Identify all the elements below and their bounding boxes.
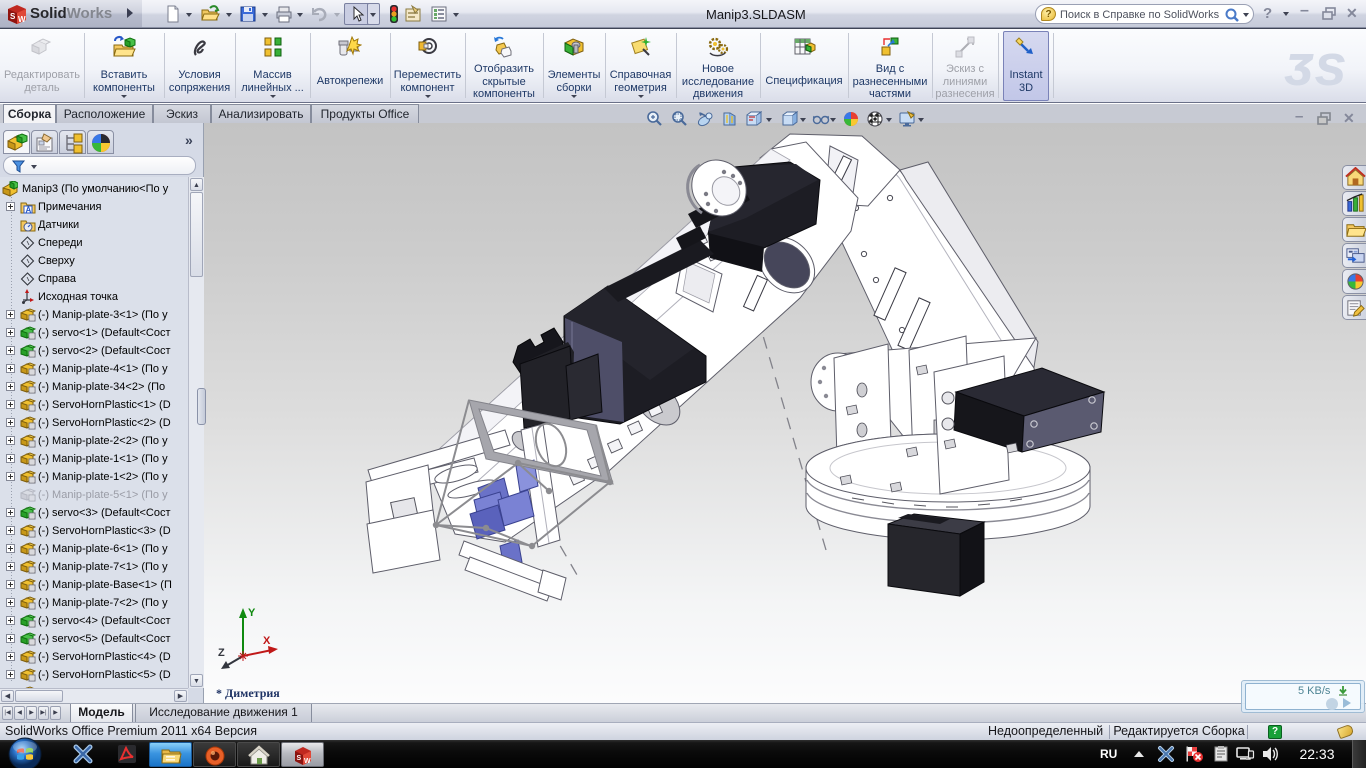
svg-text:S: S (297, 755, 302, 762)
svg-text:S: S (10, 12, 16, 21)
svg-text:Y: Y (248, 607, 256, 619)
svg-text:W: W (18, 15, 26, 24)
svg-text:W: W (304, 758, 311, 765)
svg-text:Z: Z (218, 647, 225, 659)
svg-text:A: A (26, 206, 32, 215)
svg-text:X: X (263, 635, 271, 647)
